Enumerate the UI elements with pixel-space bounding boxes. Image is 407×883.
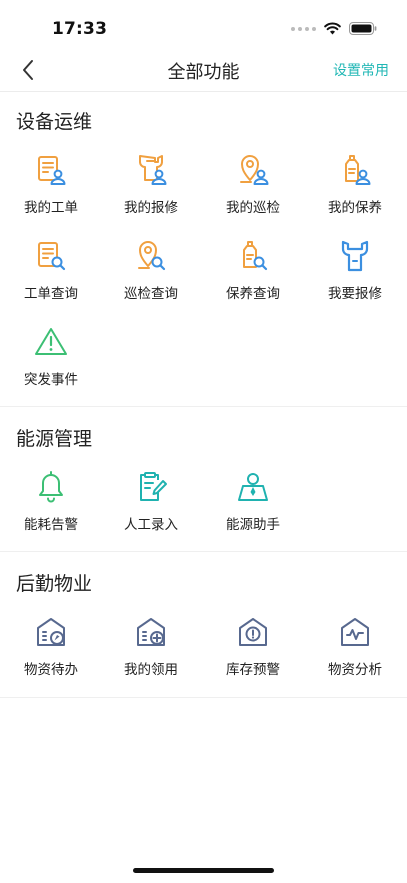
set-favorites-button[interactable]: 设置常用	[333, 60, 389, 80]
nav-bar: 全部功能 设置常用	[0, 48, 407, 92]
section-title-energy: 能源管理	[16, 428, 93, 450]
grid-item-label: 巡检查询	[124, 286, 178, 302]
status-time: 17:33	[52, 19, 108, 39]
grid-item-my-work-order[interactable]: 我的工单	[16, 152, 86, 216]
status-bar: 17:33	[0, 0, 407, 48]
grid-item-label: 库存预警	[226, 662, 280, 678]
grid-item-work-order-query[interactable]: 工单查询	[16, 238, 86, 302]
grid-item-emergency[interactable]: 突发事件	[16, 324, 86, 388]
grid-item-label: 能耗告警	[24, 517, 78, 533]
grid-item-energy-assistant[interactable]: 能源助手	[218, 469, 288, 533]
repair-user-icon	[139, 155, 167, 185]
grid-item-my-repair[interactable]: 我的报修	[116, 152, 186, 216]
supplies-todo-icon	[37, 618, 65, 646]
grid-item-label: 人工录入	[124, 517, 178, 533]
status-indicators	[291, 22, 377, 35]
grid-item-supplies-analysis[interactable]: 物资分析	[320, 614, 390, 678]
grid-item-label: 物资分析	[328, 662, 382, 678]
home-indicator[interactable]	[133, 868, 274, 873]
inventory-alert-icon	[239, 618, 267, 646]
grid-item-inspection-query[interactable]: 巡检查询	[116, 238, 186, 302]
assistant-icon	[238, 473, 268, 501]
wifi-icon	[324, 22, 341, 35]
inspection-user-icon	[240, 155, 269, 185]
work-order-search-icon	[38, 242, 66, 271]
maintenance-search-icon	[243, 241, 268, 271]
grid-item-label: 物资待办	[24, 662, 78, 678]
work-order-user-icon	[38, 156, 66, 185]
grid-item-my-maintenance[interactable]: 我的保养	[320, 152, 390, 216]
grid-item-label: 我要报修	[328, 286, 382, 302]
inspection-search-icon	[138, 241, 166, 271]
grid-item-label: 保养查询	[226, 286, 280, 302]
signal-icon	[291, 26, 316, 31]
grid-item-my-receive[interactable]: 我的领用	[116, 614, 186, 678]
grid-item-maintenance-query[interactable]: 保养查询	[218, 238, 288, 302]
grid-item-label: 我的报修	[124, 200, 178, 216]
grid-item-label: 我的工单	[24, 200, 78, 216]
grid-item-label: 我的领用	[124, 662, 178, 678]
grid-item-label: 我的巡检	[226, 200, 280, 216]
section-title-equipment: 设备运维	[16, 111, 93, 133]
section-divider	[0, 551, 407, 552]
battery-icon	[349, 22, 377, 35]
grid-item-label: 工单查询	[24, 286, 78, 302]
grid-item-manual-entry[interactable]: 人工录入	[116, 469, 186, 533]
grid-item-my-inspection[interactable]: 我的巡检	[218, 152, 288, 216]
bell-icon	[39, 471, 63, 503]
supplies-analysis-icon	[341, 618, 369, 646]
grid-item-supplies-todo[interactable]: 物资待办	[16, 614, 86, 678]
section-divider	[0, 406, 407, 407]
grid-item-request-repair[interactable]: 我要报修	[320, 238, 390, 302]
wrench-icon	[341, 240, 369, 272]
grid-item-inventory-alert[interactable]: 库存预警	[218, 614, 288, 678]
grid-item-energy-alarm[interactable]: 能耗告警	[16, 469, 86, 533]
grid-item-label: 突发事件	[24, 372, 78, 388]
section-title-logistics: 后勤物业	[16, 573, 93, 595]
section-divider	[0, 697, 407, 698]
warning-triangle-icon	[35, 328, 67, 355]
maintenance-user-icon	[345, 155, 371, 185]
grid-item-label: 我的保养	[328, 200, 382, 216]
supplies-receive-icon	[137, 618, 165, 646]
grid-item-label: 能源助手	[226, 517, 280, 533]
clipboard-edit-icon	[140, 472, 167, 501]
